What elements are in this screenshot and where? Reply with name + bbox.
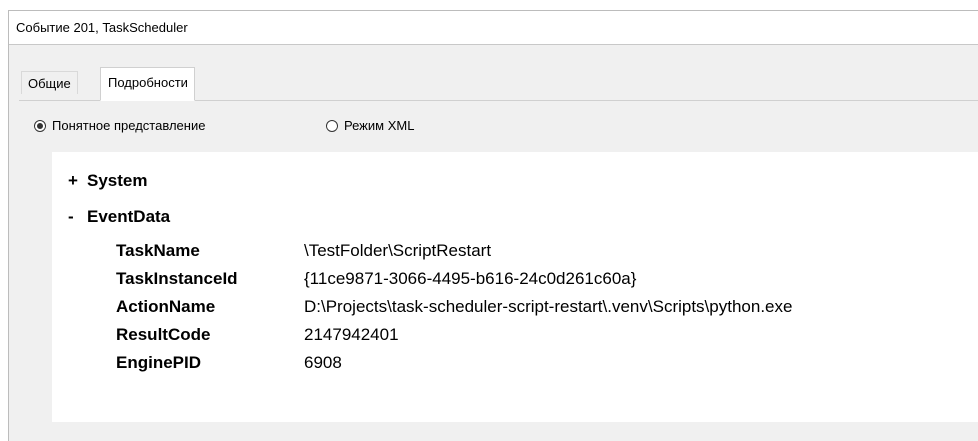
field-value: 2147942401	[304, 325, 399, 344]
eventdata-section-toggle[interactable]: - EventData	[68, 207, 170, 227]
event-properties-window: Событие 201, TaskScheduler Общие Подробн…	[8, 10, 978, 441]
radio-checked-icon	[34, 119, 46, 132]
field-key: ResultCode	[116, 325, 211, 344]
field-key: ActionName	[116, 297, 216, 316]
field-value: {11ce9871-3066-4495-b616-24c0d261c60a}	[304, 269, 637, 288]
expand-icon: +	[68, 171, 78, 190]
eventdata-section-label: EventData	[87, 207, 171, 226]
field-value: \TestFolder\ScriptRestart	[304, 241, 492, 260]
tab-general[interactable]: Общие	[21, 71, 78, 94]
details-panel: Понятное представление Режим XML + System…	[9, 102, 978, 441]
field-value: 6908	[304, 353, 342, 372]
radio-unchecked-icon	[326, 119, 338, 132]
window-title: Событие 201, TaskScheduler	[16, 20, 188, 35]
collapse-icon: -	[68, 207, 74, 226]
friendly-view-radio[interactable]: Понятное представление	[34, 118, 205, 133]
field-value: D:\Projects\task-scheduler-script-restar…	[304, 297, 793, 316]
tab-strip: Общие Подробности	[9, 45, 978, 102]
friendly-view-label: Понятное представление	[52, 118, 206, 133]
field-key: TaskInstanceId	[116, 269, 238, 288]
field-key: TaskName	[116, 241, 200, 260]
event-details-view: + System - EventData TaskName \TestFolder\…	[52, 152, 978, 422]
system-section-toggle[interactable]: + System	[68, 171, 147, 191]
system-section-label: System	[87, 171, 148, 190]
xml-view-label: Режим XML	[344, 118, 415, 133]
xml-view-radio[interactable]: Режим XML	[326, 118, 414, 133]
tab-details[interactable]: Подробности	[100, 67, 195, 101]
field-key: EnginePID	[116, 353, 202, 372]
title-bar: Событие 201, TaskScheduler	[9, 11, 978, 45]
